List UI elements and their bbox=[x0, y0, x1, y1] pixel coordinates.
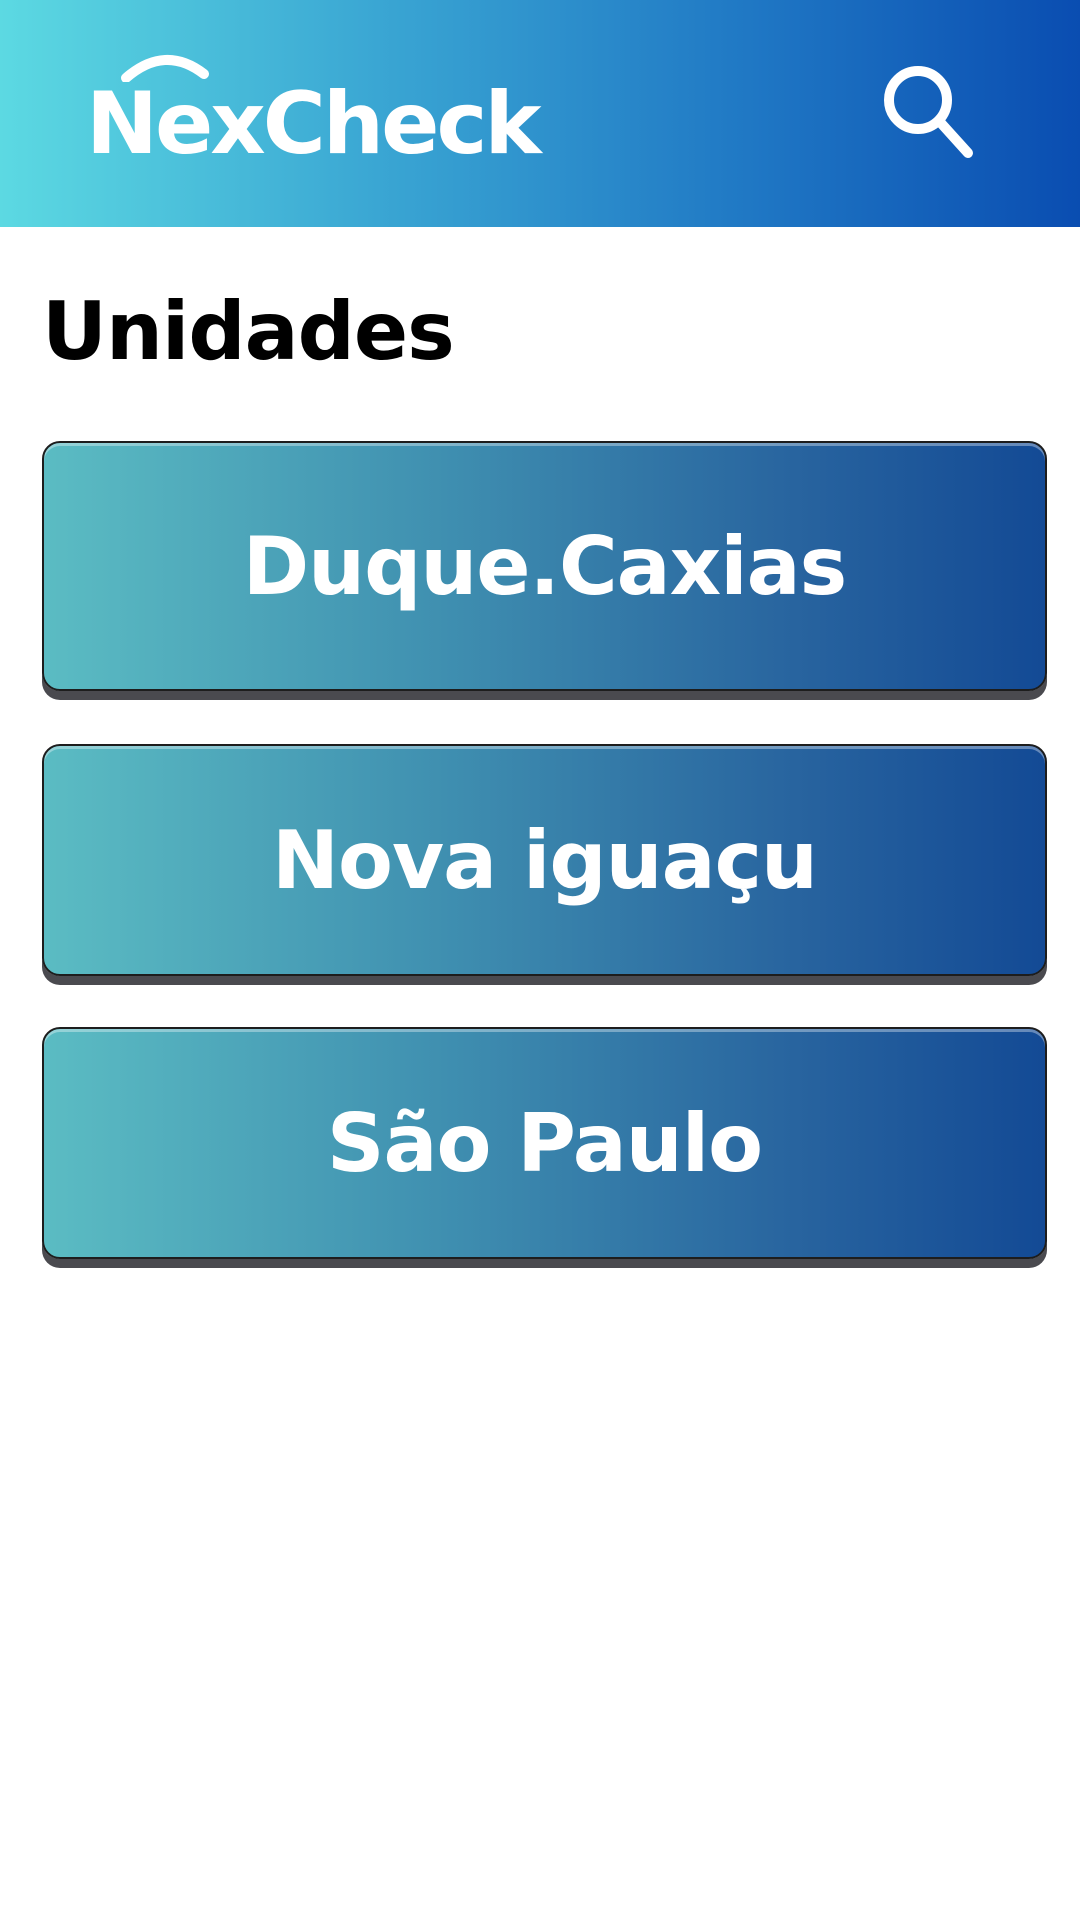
logo-text: NexCheck bbox=[86, 74, 542, 174]
app-header: NexCheck bbox=[0, 0, 1080, 227]
unit-button-nova-iguacu[interactable]: Nova iguaçu bbox=[42, 744, 1047, 976]
unit-label: Duque.Caxias bbox=[242, 519, 848, 613]
unit-label: Nova iguaçu bbox=[272, 813, 818, 907]
search-button[interactable] bbox=[880, 62, 980, 162]
page-title: Unidades bbox=[42, 285, 455, 378]
unit-label: São Paulo bbox=[326, 1096, 763, 1190]
unit-button-duque-caxias[interactable]: Duque.Caxias bbox=[42, 441, 1047, 691]
nexcheck-logo: NexCheck bbox=[86, 52, 542, 174]
unit-button-sao-paulo[interactable]: São Paulo bbox=[42, 1027, 1047, 1259]
search-icon bbox=[884, 66, 973, 158]
